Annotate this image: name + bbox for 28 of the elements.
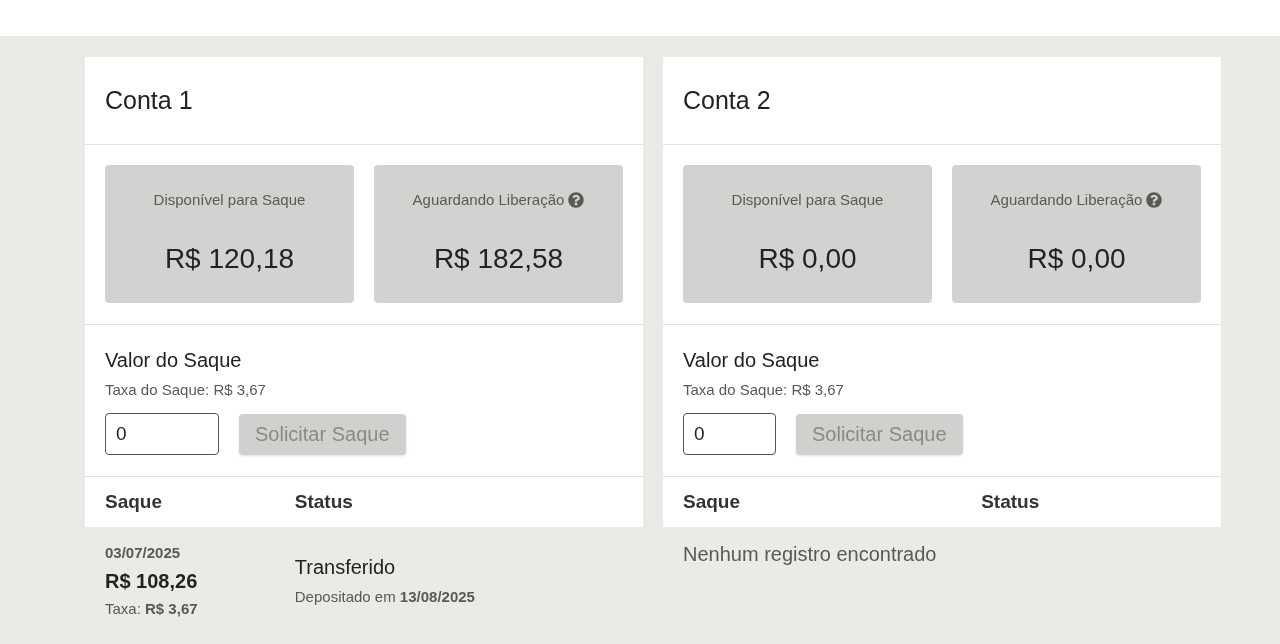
column-header: Status — [294, 490, 353, 512]
account-title: Conta 2 — [683, 84, 771, 116]
account-title: Conta 1 — [105, 84, 193, 116]
empty-message: Nenhum registro encontrado — [683, 543, 937, 565]
balance-label: Disponível para Saque — [153, 189, 306, 210]
balance-label: Disponível para Saque — [731, 189, 884, 210]
help-icon[interactable] — [568, 192, 585, 208]
balance-amount: R$ 182,58 — [433, 245, 564, 273]
balance-amount: R$ 0,00 — [758, 245, 857, 273]
withdrawal-date: 03/07/2025 — [105, 543, 181, 563]
withdrawal-amount: R$ 108,26 — [105, 569, 198, 593]
withdraw-fee: Taxa do Saque: R$ 3,67 — [683, 380, 845, 400]
status-text: Transferido — [294, 554, 396, 579]
column-header: Saque — [683, 490, 741, 512]
balance-label: Aguardando Liberação — [990, 189, 1143, 210]
balance-amount: R$ 120,18 — [164, 245, 295, 273]
column-header: Status — [981, 490, 1040, 512]
amount-input[interactable]: 0 — [683, 413, 776, 455]
balance-label: Aguardando Liberação — [412, 189, 565, 210]
withdraw-fee: Taxa do Saque: R$ 3,67 — [105, 380, 267, 400]
deposit-detail: Depositado em 13/08/2025 — [294, 586, 475, 607]
column-header: Saque — [105, 490, 163, 512]
withdrawal-fee: Taxa: R$ 3,67 — [105, 599, 198, 619]
balance-amount: R$ 0,00 — [1027, 245, 1126, 273]
amount-input[interactable]: 0 — [105, 413, 219, 455]
help-icon[interactable] — [1146, 192, 1163, 208]
withdraw-label: Valor do Saque — [105, 348, 243, 372]
withdraw-label: Valor do Saque — [683, 348, 821, 372]
